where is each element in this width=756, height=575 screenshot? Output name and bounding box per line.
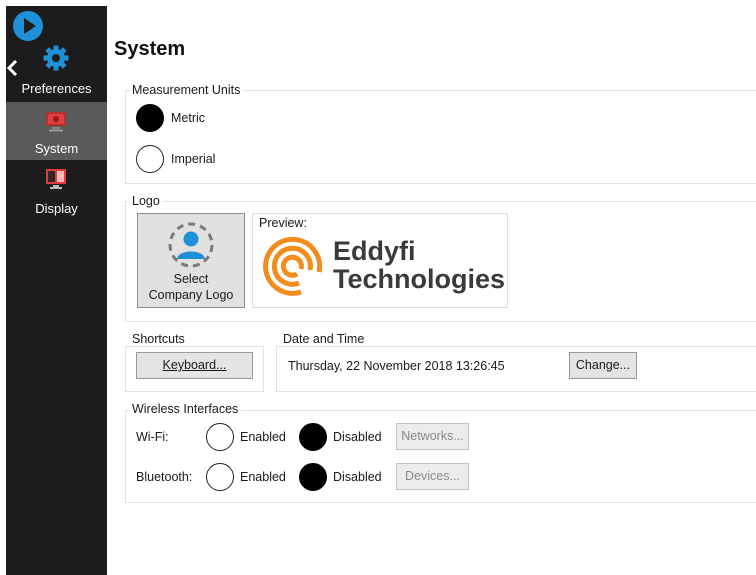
wifi-enabled-radio[interactable] (206, 423, 234, 451)
gear-icon (43, 45, 69, 71)
metric-radio[interactable] (136, 104, 164, 132)
brand-name-line2: Technologies (333, 264, 506, 294)
bluetooth-label: Bluetooth: (136, 470, 193, 484)
brand-name-line1: Eddyfi (333, 236, 416, 266)
measurement-units-group (125, 90, 756, 184)
bluetooth-enabled-radio[interactable] (206, 463, 234, 491)
measurement-units-label: Measurement Units (130, 83, 244, 97)
select-logo-line2: Company Logo (148, 288, 234, 302)
change-date-button[interactable]: Change... (569, 352, 637, 379)
wifi-enabled-label: Enabled (240, 430, 286, 444)
preview-label: Preview: (259, 216, 307, 230)
system-monitor-icon (46, 112, 66, 132)
shortcuts-label: Shortcuts (130, 332, 188, 346)
bluetooth-disabled-radio[interactable] (299, 463, 327, 491)
sidebar-item-display[interactable]: Display (6, 162, 107, 220)
sidebar-item-label: Display (35, 201, 78, 216)
imperial-label: Imperial (171, 152, 216, 166)
bluetooth-disabled-label: Disabled (333, 470, 382, 484)
devices-button[interactable]: Devices... (396, 463, 469, 490)
date-time-value: Thursday, 22 November 2018 13:26:45 (288, 359, 505, 373)
sidebar-item-system[interactable]: System (6, 102, 107, 160)
networks-button[interactable]: Networks... (396, 423, 469, 450)
wifi-label: Wi-Fi: (136, 430, 169, 444)
user-placeholder-icon (168, 222, 214, 268)
display-icon (46, 169, 66, 189)
select-company-logo-button[interactable]: Select Company Logo (137, 213, 245, 308)
sidebar: Preferences System Display (6, 6, 107, 575)
sidebar-item-label: Preferences (21, 81, 92, 96)
play-icon[interactable] (13, 11, 43, 41)
select-logo-line1: Select (173, 272, 209, 286)
date-time-label: Date and Time (281, 332, 368, 346)
wifi-disabled-label: Disabled (333, 430, 382, 444)
bluetooth-enabled-label: Enabled (240, 470, 286, 484)
imperial-radio[interactable] (136, 145, 164, 173)
page-title: System (114, 38, 186, 60)
metric-label: Metric (171, 111, 206, 125)
logo-label: Logo (130, 194, 163, 208)
logo-preview: Preview: Eddyfi Technologies (252, 213, 508, 308)
sidebar-item-preferences[interactable]: Preferences (6, 42, 107, 102)
eddyfi-logo-icon (263, 236, 323, 296)
wifi-disabled-radio[interactable] (299, 423, 327, 451)
sidebar-item-label: System (34, 141, 79, 156)
wireless-label: Wireless Interfaces (130, 402, 242, 416)
keyboard-button[interactable]: Keyboard... (136, 352, 253, 379)
